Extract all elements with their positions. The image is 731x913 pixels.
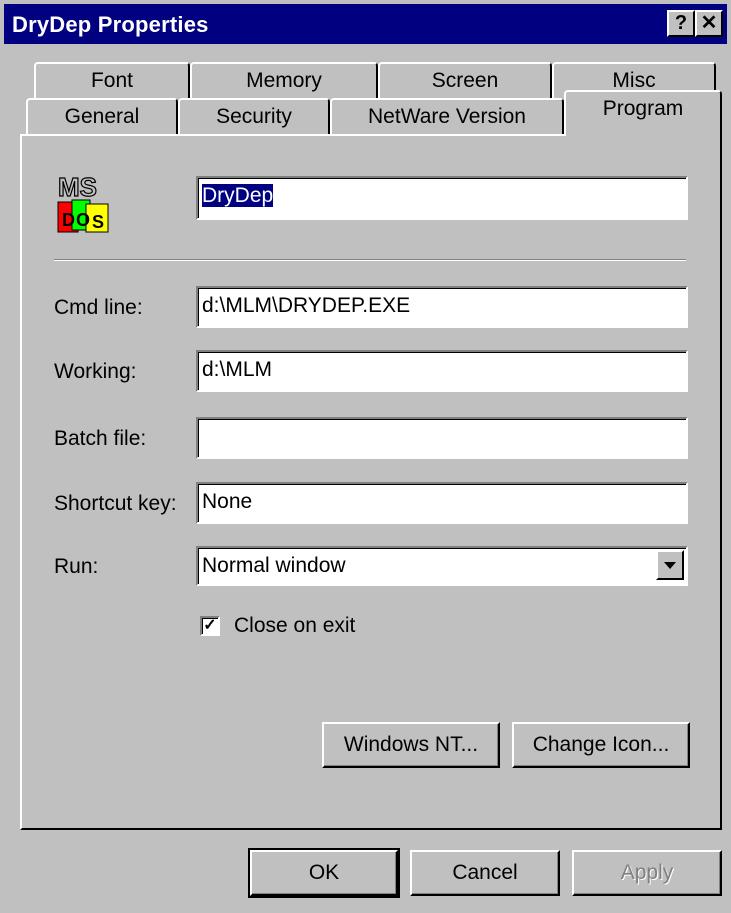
svg-text:D: D	[62, 210, 75, 230]
program-name-input[interactable]: DryDep	[196, 176, 688, 220]
tab-general[interactable]: General	[26, 98, 178, 134]
tab-netware-version[interactable]: NetWare Version	[330, 98, 564, 134]
help-button[interactable]: ?	[667, 10, 695, 37]
change-icon-button[interactable]: Change Icon...	[512, 722, 690, 768]
title-bar[interactable]: DryDep Properties ? ✕	[4, 4, 727, 44]
chevron-down-icon[interactable]	[656, 550, 684, 580]
properties-window: DryDep Properties ? ✕ Font Memory Screen…	[0, 0, 731, 913]
cmd-line-input[interactable]: d:\MLM\DRYDEP.EXE	[196, 286, 688, 328]
tab-font[interactable]: Font	[34, 62, 190, 98]
window-title: DryDep Properties	[12, 12, 209, 37]
svg-text:MS: MS	[58, 172, 97, 202]
windows-nt-button[interactable]: Windows NT...	[322, 722, 500, 768]
close-on-exit-checkbox[interactable]: ✓	[200, 616, 220, 636]
apply-button[interactable]: Apply	[572, 850, 722, 896]
working-label: Working:	[54, 360, 137, 383]
svg-text:S: S	[92, 212, 104, 232]
ms-dos-icon: MS D O S	[57, 172, 109, 233]
shortcut-key-input[interactable]: None	[196, 482, 688, 524]
cancel-button[interactable]: Cancel	[410, 850, 560, 896]
run-select-value: Normal window	[202, 554, 346, 577]
tab-security[interactable]: Security	[178, 98, 330, 134]
working-input[interactable]: d:\MLM	[196, 350, 688, 392]
run-label: Run:	[54, 555, 99, 578]
tab-program[interactable]: Program	[564, 90, 722, 136]
close-button[interactable]: ✕	[695, 10, 723, 37]
run-select[interactable]: Normal window	[196, 546, 688, 586]
batch-file-input[interactable]	[196, 417, 688, 459]
separator	[54, 259, 686, 261]
shortcut-key-label: Shortcut key:	[54, 492, 177, 515]
close-on-exit-label[interactable]: Close on exit	[234, 614, 355, 638]
svg-text:O: O	[76, 210, 90, 230]
batch-file-label: Batch file:	[54, 427, 147, 450]
tab-memory[interactable]: Memory	[190, 62, 378, 98]
cmd-line-label: Cmd line:	[54, 296, 143, 319]
program-name-value: DryDep	[202, 184, 274, 207]
ok-button[interactable]: OK	[248, 848, 400, 898]
tab-screen[interactable]: Screen	[378, 62, 552, 98]
